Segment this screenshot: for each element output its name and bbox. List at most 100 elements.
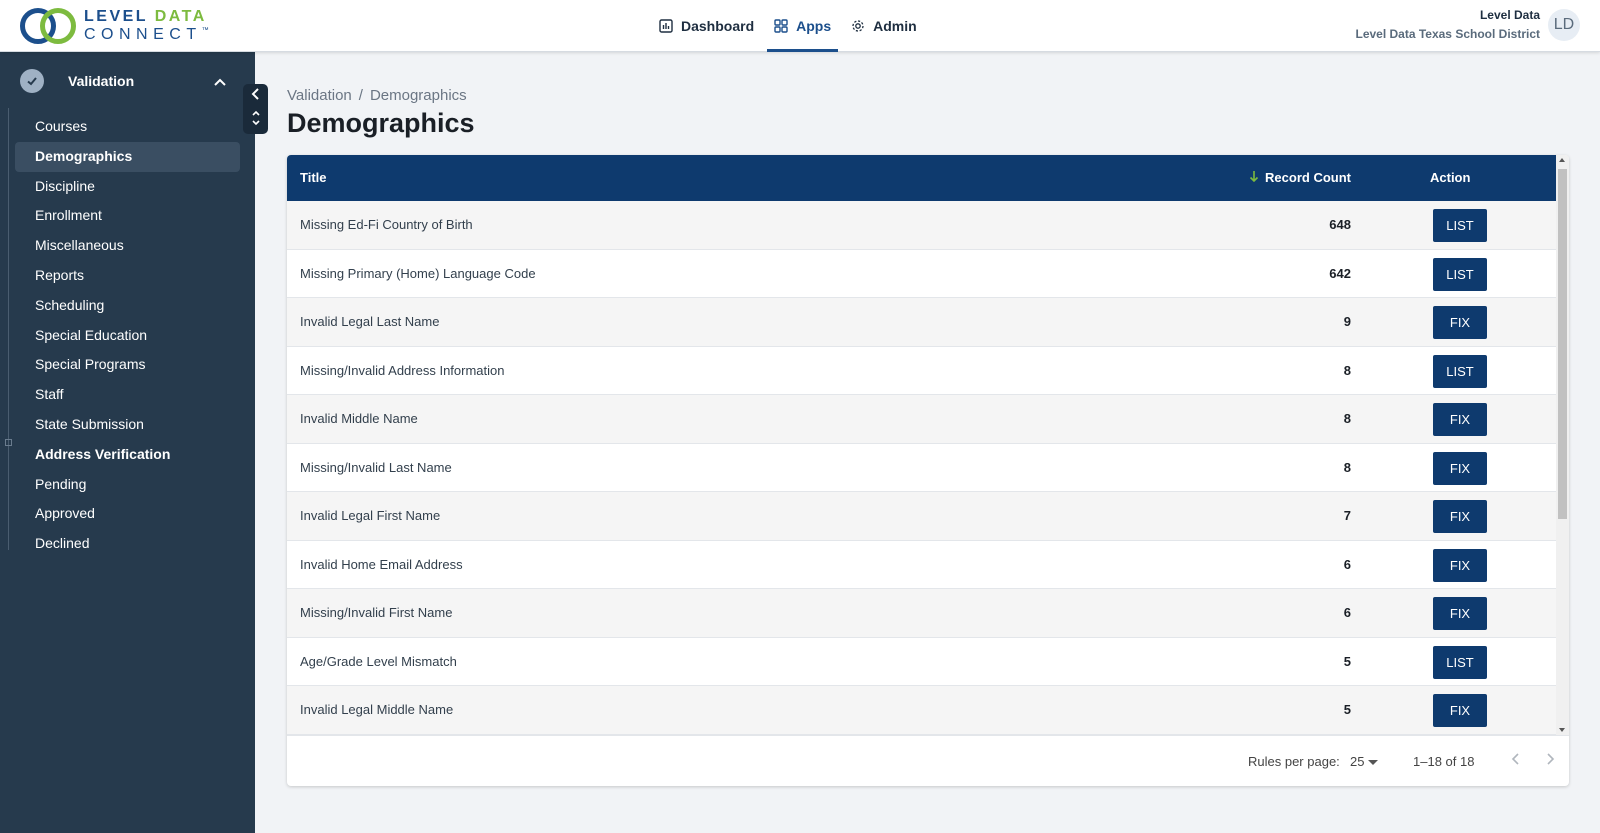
caret-down-icon — [1368, 754, 1379, 769]
sidebar-item-discipline[interactable]: Discipline — [15, 172, 240, 202]
level-data-connect-logo[interactable]: LEVEL DATA CONNECT™ — [20, 6, 209, 46]
table-header: Title Record Count Action — [287, 155, 1556, 201]
top-header: LEVEL DATA CONNECT™ Dashboard Apps Admin… — [0, 0, 1600, 52]
row-title: Invalid Legal Middle Name — [300, 702, 454, 717]
sidebar-section-label: Validation — [68, 73, 135, 89]
row-action-button[interactable]: FIX — [1433, 597, 1487, 630]
check-circle-icon — [20, 69, 44, 93]
column-header-title[interactable]: Title — [300, 170, 327, 185]
apps-grid-icon — [774, 19, 788, 33]
rows-per-page-select[interactable]: 25 — [1350, 754, 1379, 769]
sidebar-item-courses[interactable]: Courses — [15, 112, 240, 142]
previous-page-button[interactable] — [1510, 752, 1522, 769]
table-body: Missing Ed-Fi Country of Birth 648 LIST … — [287, 201, 1556, 735]
column-header-action: Action — [1430, 170, 1471, 185]
scrollbar-thumb[interactable] — [1558, 169, 1567, 519]
table-row: Missing/Invalid First Name 6 FIX — [287, 589, 1556, 638]
row-action-button[interactable]: FIX — [1433, 451, 1487, 485]
nav-dashboard[interactable]: Dashboard — [652, 0, 761, 52]
row-action-button[interactable]: FIX — [1433, 694, 1487, 727]
sidebar-item-declined[interactable]: Declined — [15, 529, 240, 559]
table-pagination: Rules per page: 25 1–18 of 18 — [287, 735, 1569, 786]
breadcrumb-validation[interactable]: Validation — [287, 87, 352, 104]
row-action-button[interactable]: LIST — [1433, 257, 1487, 291]
user-info[interactable]: Level Data Level Data Texas School Distr… — [1355, 8, 1540, 41]
rows-per-page-value: 25 — [1350, 754, 1365, 769]
row-title: Missing Ed-Fi Country of Birth — [300, 217, 473, 232]
chevron-left-icon[interactable] — [251, 87, 261, 105]
row-action-button[interactable]: LIST — [1433, 209, 1487, 242]
sidebar-item-special-programs[interactable]: Special Programs — [15, 350, 240, 380]
row-action-button[interactable]: LIST — [1433, 645, 1487, 679]
table-row: Age/Grade Level Mismatch 5 LIST — [287, 637, 1556, 686]
row-action-button[interactable]: FIX — [1433, 500, 1487, 533]
row-title: Missing/Invalid Address Information — [300, 362, 505, 378]
page-title: Demographics — [287, 108, 475, 138]
row-action-button[interactable]: LIST — [1433, 354, 1487, 388]
nav-apps[interactable]: Apps — [767, 0, 839, 52]
row-count: 648 — [1329, 217, 1351, 232]
row-title: Invalid Home Email Address — [300, 556, 463, 572]
row-title: Invalid Middle Name — [300, 411, 418, 426]
logo-word-data: DATA — [154, 8, 207, 25]
sidebar-item-special-education[interactable]: Special Education — [15, 321, 240, 351]
rows-per-page-label: Rules per page: — [1248, 754, 1340, 769]
table-row: Missing Ed-Fi Country of Birth 648 LIST — [287, 201, 1556, 250]
pagination-range: 1–18 of 18 — [1413, 754, 1475, 769]
sidebar-section-validation[interactable]: Validation — [20, 66, 235, 96]
scroll-up-arrow-icon[interactable] — [1559, 158, 1565, 162]
table-row: Invalid Home Email Address 6 FIX — [287, 540, 1556, 589]
row-count: 9 — [1343, 314, 1351, 329]
user-name: Level Data — [1479, 8, 1540, 22]
column-header-record-count[interactable]: Record Count — [1249, 170, 1351, 185]
row-action-button[interactable]: FIX — [1433, 306, 1487, 339]
trademark: ™ — [201, 27, 209, 34]
row-count: 8 — [1343, 411, 1351, 426]
breadcrumb: Validation / Demographics — [287, 87, 467, 104]
nav-dashboard-label: Dashboard — [681, 18, 755, 34]
row-title: Missing/Invalid Last Name — [300, 459, 452, 475]
row-title: Age/Grade Level Mismatch — [300, 653, 457, 669]
breadcrumb-separator: / — [358, 87, 363, 104]
logo-word-level: LEVEL — [84, 8, 155, 25]
nav-admin-label: Admin — [873, 18, 917, 34]
sidebar-item-miscellaneous[interactable]: Miscellaneous — [15, 231, 240, 261]
gear-icon — [851, 19, 865, 33]
sidebar-collapse-control[interactable] — [243, 84, 268, 134]
avatar[interactable]: LD — [1548, 9, 1580, 41]
row-action-button[interactable]: FIX — [1433, 403, 1487, 436]
table-row: Invalid Legal Middle Name 5 FIX — [287, 686, 1556, 735]
chevron-up-icon[interactable] — [213, 74, 227, 92]
row-title: Missing Primary (Home) Language Code — [300, 265, 536, 281]
next-page-button[interactable] — [1544, 752, 1556, 769]
table-row: Invalid Legal Last Name 9 FIX — [287, 298, 1556, 347]
nav-admin[interactable]: Admin — [844, 0, 924, 52]
sidebar-item-reports[interactable]: Reports — [15, 261, 240, 291]
table-scrollbar[interactable] — [1556, 155, 1569, 735]
sidebar-tree-line — [8, 108, 9, 550]
row-count: 8 — [1343, 362, 1351, 378]
sidebar-item-pending[interactable]: Pending — [15, 470, 240, 500]
expand-collapse-icon[interactable] — [251, 109, 261, 132]
row-count: 6 — [1343, 605, 1351, 620]
row-title: Invalid Legal First Name — [300, 508, 441, 523]
column-header-record-count-label: Record Count — [1265, 170, 1351, 185]
scroll-down-arrow-icon[interactable] — [1559, 728, 1565, 732]
tree-node-icon — [5, 439, 12, 446]
sort-arrow-down-icon — [1249, 170, 1259, 185]
sidebar: Validation Courses Demographics Discipli… — [0, 52, 255, 833]
breadcrumb-demographics: Demographics — [369, 87, 467, 104]
sidebar-item-approved[interactable]: Approved — [15, 499, 240, 529]
sidebar-item-staff[interactable]: Staff — [15, 380, 240, 410]
sidebar-item-state-submission[interactable]: State Submission — [15, 410, 240, 440]
top-nav: Dashboard Apps Admin — [652, 0, 924, 52]
rules-table-card: Title Record Count Action Missing Ed-Fi … — [287, 155, 1569, 786]
sidebar-item-enrollment[interactable]: Enrollment — [15, 201, 240, 231]
sidebar-item-demographics[interactable]: Demographics — [15, 141, 240, 172]
row-action-button[interactable]: FIX — [1433, 548, 1487, 582]
nav-apps-label: Apps — [796, 18, 832, 34]
sidebar-item-address-verification[interactable]: Address Verification — [15, 440, 240, 470]
table-row: Invalid Middle Name 8 FIX — [287, 395, 1556, 444]
sidebar-item-scheduling[interactable]: Scheduling — [15, 291, 240, 321]
row-count: 5 — [1343, 702, 1351, 717]
